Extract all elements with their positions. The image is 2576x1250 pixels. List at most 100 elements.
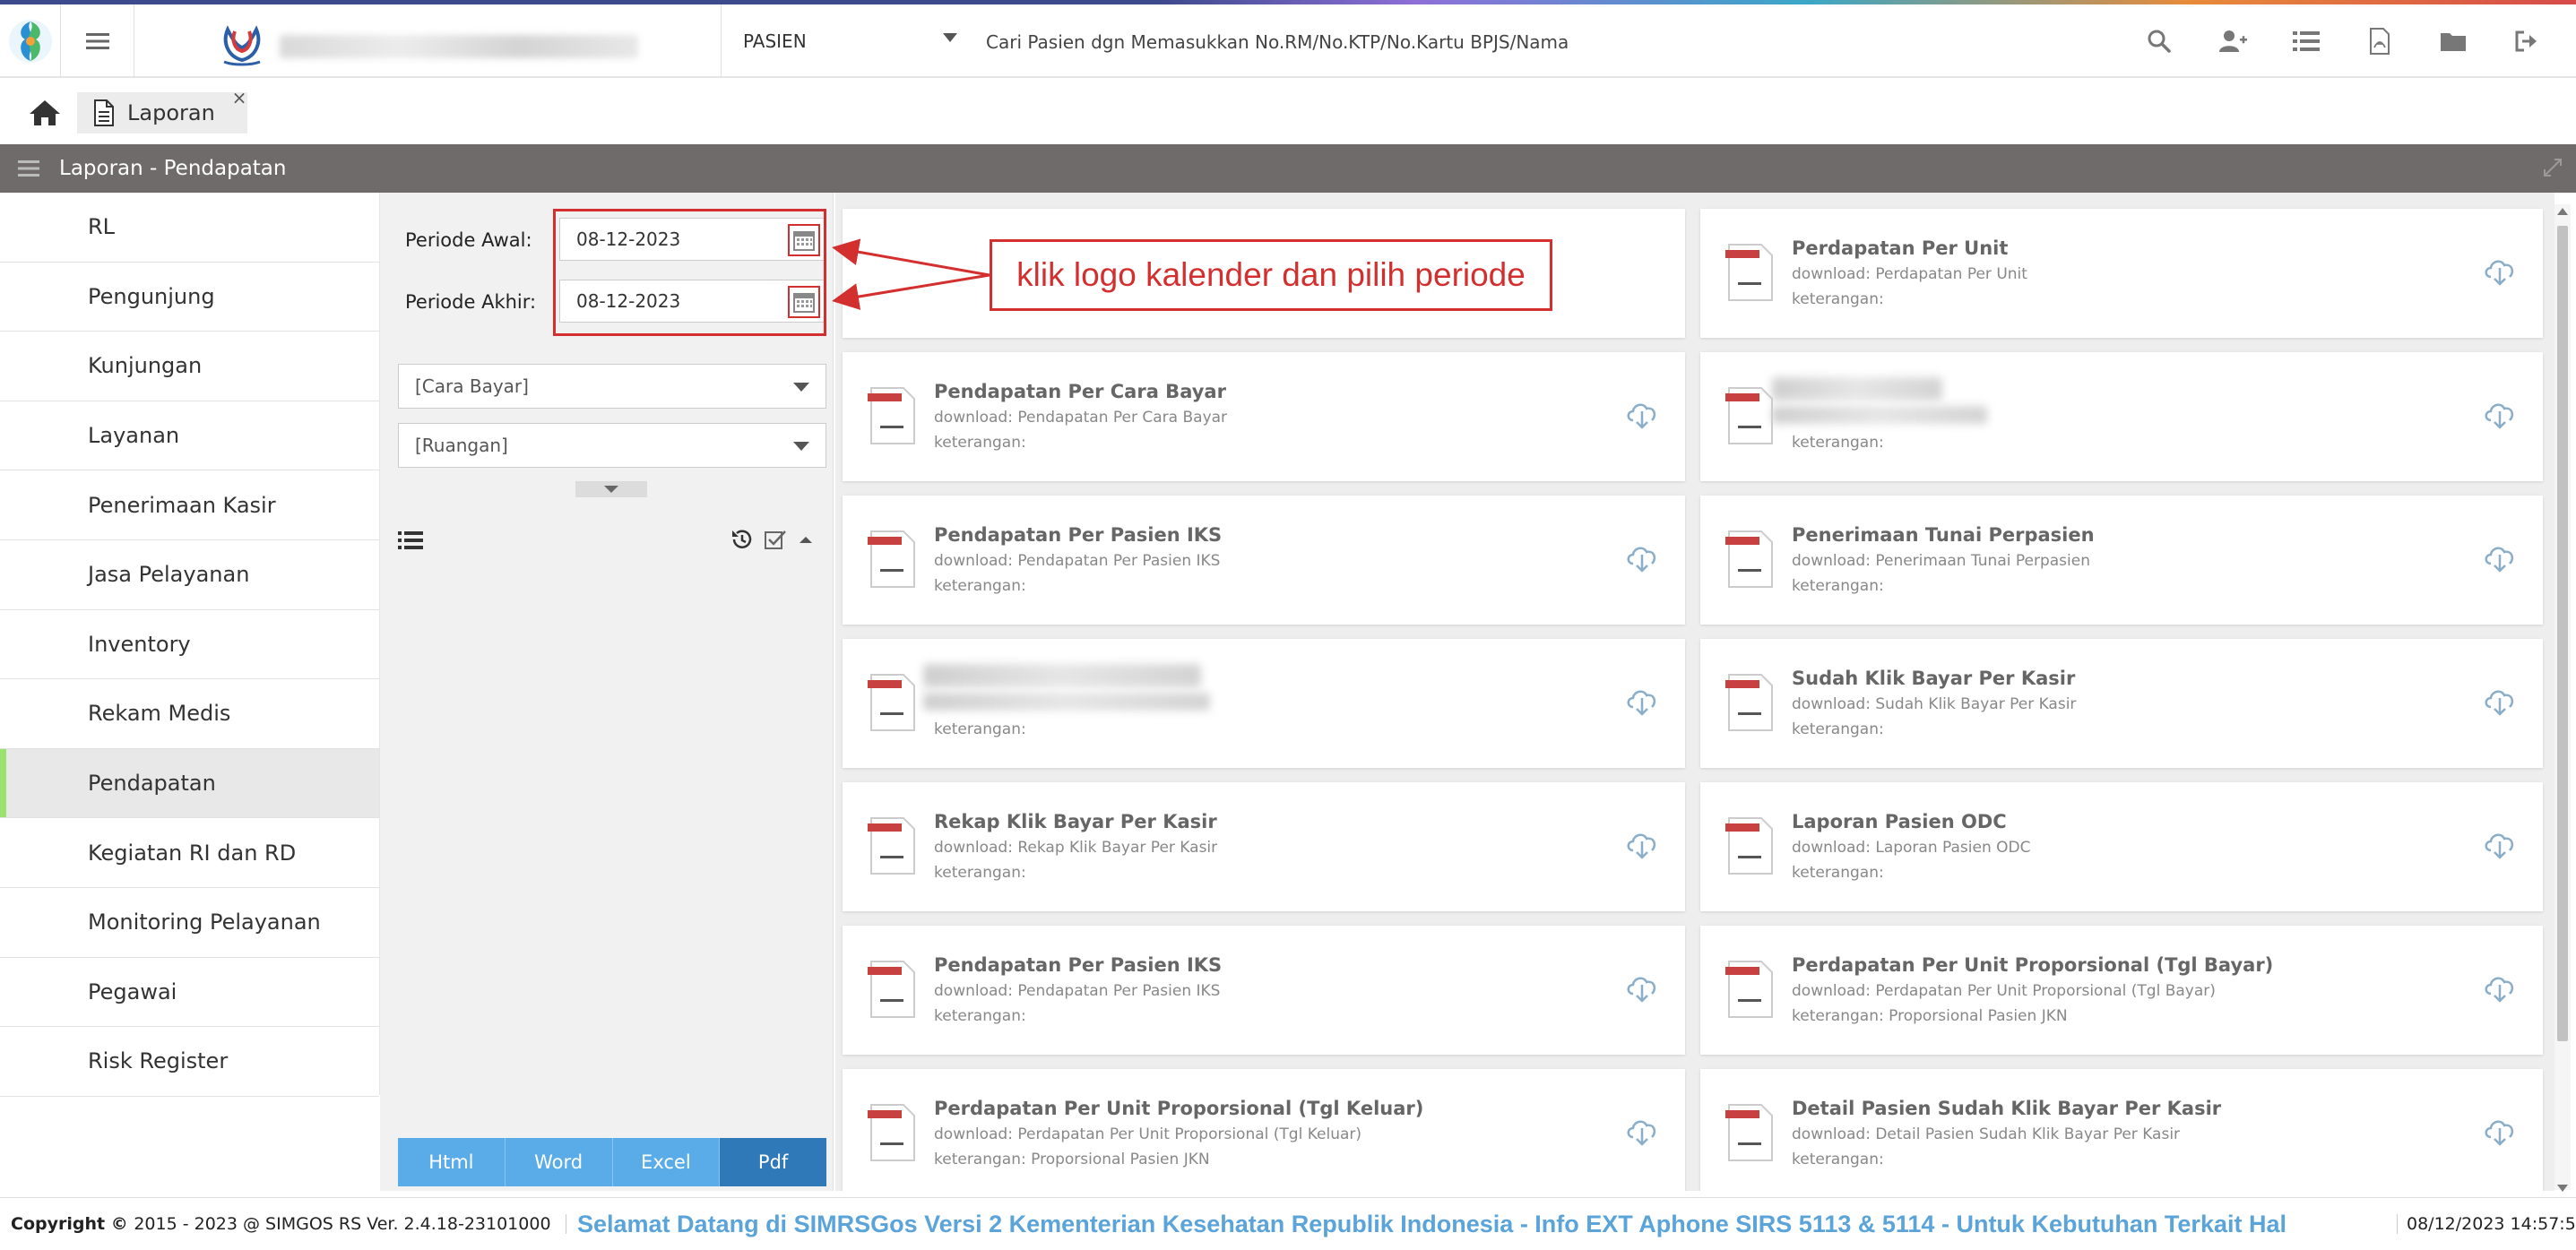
report-card[interactable]: Pendapatan Per Pasien IKS download: Pend… (843, 926, 1685, 1055)
app-logo[interactable] (0, 4, 61, 78)
tab-laporan[interactable]: Laporan × (77, 87, 247, 134)
reports-scrollbar[interactable] (2554, 204, 2571, 1192)
pdf-button[interactable] (2343, 4, 2416, 78)
report-card[interactable]: Laporan Pasien ODC download: Laporan Pas… (1700, 782, 2543, 911)
sidebar-item-jasa-pelayanan[interactable]: Jasa Pelayanan (0, 539, 379, 610)
scrollbar-thumb[interactable] (2557, 226, 2568, 1041)
redacted-title (1772, 377, 1942, 401)
cloud-download-icon[interactable] (2482, 252, 2518, 288)
scroll-down-icon[interactable] (2557, 1185, 2568, 1192)
cara-bayar-value: [Cara Bayar] (415, 375, 529, 397)
report-card[interactable]: Rekap Klik Bayar Per Kasir download: Rek… (843, 782, 1685, 911)
cloud-download-icon[interactable] (1624, 825, 1660, 861)
export-pdf-button[interactable]: Pdf (720, 1138, 826, 1186)
main-menu-button[interactable] (61, 4, 134, 78)
folder-button[interactable] (2416, 4, 2490, 78)
history-icon[interactable] (730, 528, 753, 551)
chevron-up-icon[interactable] (798, 534, 814, 545)
search-icon (2148, 30, 2171, 53)
cloud-download-icon[interactable] (1624, 969, 1660, 1004)
report-download-text: download: Pendapatan Per Pasien IKS (934, 982, 1221, 1000)
report-keterangan: keterangan: (1792, 577, 1884, 595)
sidebar-item-kegiatan-ri-rd[interactable]: Kegiatan RI dan RD (0, 818, 379, 888)
report-download-text: download: Penerimaan Tunai Perpasien (1792, 552, 2090, 570)
logout-button[interactable] (2490, 4, 2563, 78)
cloud-download-icon[interactable] (2482, 1112, 2518, 1148)
export-word-button[interactable]: Word (505, 1138, 613, 1186)
checklist-icon[interactable] (764, 528, 787, 551)
report-document-icon (1725, 961, 1773, 1018)
sidebar-item-kunjungan[interactable]: Kunjungan (0, 332, 379, 401)
patient-search-input[interactable] (986, 24, 2062, 60)
chevron-down-icon (793, 442, 809, 451)
periode-akhir-label: Periode Akhir: (405, 291, 537, 313)
sidebar-item-pengunjung[interactable]: Pengunjung (0, 262, 379, 332)
report-document-icon (1725, 387, 1773, 444)
list-icon (2293, 31, 2320, 51)
cloud-download-icon[interactable] (1624, 1112, 1660, 1148)
cloud-download-icon[interactable] (1624, 395, 1660, 431)
redacted-download (923, 693, 1210, 711)
export-html-button[interactable]: Html (398, 1138, 506, 1186)
search-type-value: PASIEN (743, 30, 807, 52)
cloud-download-icon[interactable] (2482, 682, 2518, 718)
filter-expand-toggle[interactable] (575, 481, 647, 497)
report-document-icon (1725, 244, 1773, 301)
report-card[interactable]: Sudah Klik Bayar Per Kasir download: Sud… (1700, 639, 2543, 768)
search-button[interactable] (2122, 4, 2196, 78)
app-header: PASIEN (0, 4, 2576, 78)
report-card[interactable]: Perdapatan Per Unit download: Perdapatan… (1700, 209, 2543, 338)
add-user-icon (2219, 30, 2247, 52)
folder-icon (2441, 33, 2466, 51)
sidebar-item-layanan[interactable]: Layanan (0, 401, 379, 471)
scroll-up-icon[interactable] (2557, 208, 2568, 215)
ruangan-select[interactable]: [Ruangan] (398, 423, 826, 468)
cloud-download-icon[interactable] (1624, 682, 1660, 718)
report-keterangan: keterangan: (934, 434, 1026, 452)
sidebar-item-pendapatan[interactable]: Pendapatan (0, 748, 379, 819)
sidebar-item-pegawai[interactable]: Pegawai (0, 957, 379, 1028)
page-title-bar: Laporan - Pendapatan (0, 144, 2576, 193)
report-title: Perdapatan Per Unit (1792, 237, 2009, 259)
report-download-text: download: Perdapatan Per Unit Proporsion… (934, 1125, 1362, 1143)
report-card[interactable]: keterangan: (1700, 352, 2543, 481)
expand-icon[interactable] (2542, 157, 2563, 178)
report-document-icon (868, 387, 915, 444)
home-tab[interactable] (18, 92, 72, 134)
sidebar-item-risk-register[interactable]: Risk Register (0, 1027, 379, 1097)
report-category-sidebar: RL Pengunjung Kunjungan Layanan Penerima… (0, 193, 380, 1097)
cara-bayar-select[interactable]: [Cara Bayar] (398, 364, 826, 409)
sidebar-item-rl[interactable]: RL (0, 193, 379, 263)
cloud-download-icon[interactable] (2482, 395, 2518, 431)
cloud-download-icon[interactable] (2482, 539, 2518, 574)
menu-toggle-icon[interactable] (18, 159, 41, 178)
report-card[interactable]: keterangan: (843, 639, 1685, 768)
report-download-text: download: Pendapatan Per Cara Bayar (934, 409, 1228, 427)
sidebar-item-inventory[interactable]: Inventory (0, 609, 379, 680)
cloud-download-icon[interactable] (2482, 969, 2518, 1004)
report-keterangan: keterangan: (934, 864, 1026, 882)
sidebar-item-penerimaan-kasir[interactable]: Penerimaan Kasir (0, 470, 379, 540)
sidebar-item-rekam-medis[interactable]: Rekam Medis (0, 679, 379, 749)
add-patient-button[interactable] (2196, 4, 2269, 78)
info-marquee: Selamat Datang di SIMRSGos Versi 2 Kemen… (577, 1210, 2286, 1237)
cloud-download-icon[interactable] (1624, 539, 1660, 574)
report-card[interactable]: Pendapatan Per Cara Bayar download: Pend… (843, 352, 1685, 481)
ruangan-value: [Ruangan] (415, 435, 508, 456)
report-title: Sudah Klik Bayar Per Kasir (1792, 668, 2076, 689)
report-keterangan: keterangan: (1792, 720, 1884, 738)
report-card[interactable]: Perdapatan Per Unit Proporsional (Tgl Ba… (1700, 926, 2543, 1055)
report-card[interactable]: Penerimaan Tunai Perpasien download: Pen… (1700, 496, 2543, 625)
close-icon[interactable]: × (229, 87, 249, 108)
search-type-select[interactable]: PASIEN (721, 4, 975, 78)
report-card[interactable]: Detail Pasien Sudah Klik Bayar Per Kasir… (1700, 1069, 2543, 1191)
list-icon[interactable] (398, 530, 423, 551)
report-card[interactable]: Perdapatan Per Unit Proporsional (Tgl Ke… (843, 1069, 1685, 1191)
sidebar-item-monitoring-pelayanan[interactable]: Monitoring Pelayanan (0, 887, 379, 958)
report-download-text: download: Laporan Pasien ODC (1792, 839, 2031, 857)
report-card[interactable]: Pendapatan Per Pasien IKS download: Pend… (843, 496, 1685, 625)
export-excel-button[interactable]: Excel (612, 1138, 721, 1186)
cloud-download-icon[interactable] (2482, 825, 2518, 861)
list-button[interactable] (2269, 4, 2343, 78)
report-keterangan: keterangan: (1792, 290, 1884, 308)
